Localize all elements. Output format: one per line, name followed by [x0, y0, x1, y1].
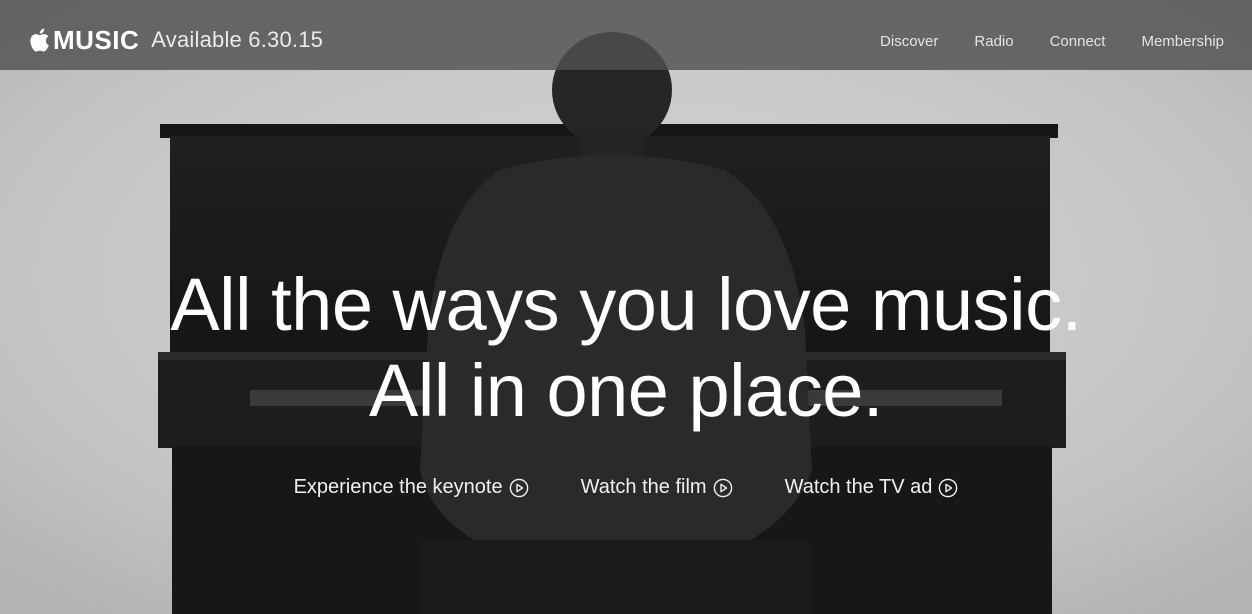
headline-line-2: All in one place. [369, 349, 883, 432]
play-circle-icon [713, 478, 732, 497]
keynote-link-label: Experience the keynote [293, 476, 503, 498]
headline-line-1: All the ways you love music. [170, 263, 1082, 346]
film-link-label: Watch the film [580, 476, 707, 498]
top-navigation-bar: MUSIC Available 6.30.15 Discover Radio C… [0, 0, 1252, 70]
piano-bench [420, 540, 810, 614]
film-link[interactable]: Watch the film [581, 476, 733, 499]
apple-icon [30, 28, 49, 52]
main-nav: Discover Radio Connect Membership [880, 33, 1224, 50]
play-circle-icon [939, 478, 958, 497]
tv-ad-link-label: Watch the TV ad [784, 476, 933, 498]
nav-item-connect[interactable]: Connect [1050, 33, 1106, 50]
play-circle-icon [509, 478, 528, 497]
tv-ad-link[interactable]: Watch the TV ad [785, 476, 959, 499]
nav-item-radio[interactable]: Radio [974, 33, 1013, 50]
nav-item-membership[interactable]: Membership [1141, 33, 1224, 50]
brand-lockup[interactable]: MUSIC Available 6.30.15 [28, 22, 323, 58]
hero-stage: MUSIC Available 6.30.15 Discover Radio C… [0, 0, 1252, 614]
hero-headline: All the ways you love music. All in one … [0, 262, 1252, 434]
video-links: Experience the keynote Watch the film Wa… [0, 476, 1252, 499]
availability-date: Available 6.30.15 [151, 27, 324, 52]
keynote-link[interactable]: Experience the keynote [294, 476, 529, 499]
nav-item-discover[interactable]: Discover [880, 33, 938, 50]
brand-name: MUSIC [53, 24, 140, 55]
